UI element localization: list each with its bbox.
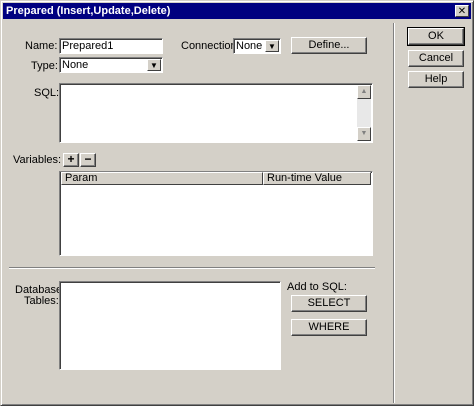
connection-value: None bbox=[236, 40, 263, 52]
minus-icon: − bbox=[84, 152, 92, 166]
help-button[interactable]: Help bbox=[408, 71, 464, 88]
database-tables-label-line2: Tables: bbox=[24, 295, 59, 307]
close-button[interactable]: ✕ bbox=[455, 5, 469, 17]
dialog-window: Prepared (Insert,Update,Delete) ✕ Name: … bbox=[0, 0, 474, 406]
plus-icon: + bbox=[67, 152, 75, 166]
title-bar: Prepared (Insert,Update,Delete) ✕ bbox=[3, 3, 471, 19]
database-tables-tree[interactable] bbox=[59, 281, 281, 370]
cancel-button[interactable]: Cancel bbox=[408, 50, 464, 67]
where-button[interactable]: WHERE bbox=[291, 319, 367, 336]
add-to-sql-label: Add to SQL: bbox=[287, 281, 347, 293]
sql-textarea[interactable]: ▲ ▼ bbox=[59, 83, 373, 143]
window-title: Prepared (Insert,Update,Delete) bbox=[6, 5, 171, 17]
ok-button[interactable]: OK bbox=[407, 27, 465, 46]
variables-table[interactable]: Param Run-time Value bbox=[59, 171, 373, 256]
chevron-down-icon[interactable]: ▼ bbox=[265, 40, 279, 52]
name-input[interactable]: Prepared1 bbox=[59, 38, 163, 54]
sql-scrollbar[interactable]: ▲ ▼ bbox=[357, 85, 371, 141]
type-label: Type: bbox=[31, 60, 58, 72]
variables-label: Variables: bbox=[13, 154, 62, 166]
scroll-up-icon[interactable]: ▲ bbox=[357, 85, 371, 99]
vertical-divider bbox=[393, 23, 395, 403]
column-header-runtime-value[interactable]: Run-time Value bbox=[263, 172, 371, 185]
connection-select[interactable]: None ▼ bbox=[233, 38, 281, 54]
type-value: None bbox=[62, 59, 89, 71]
define-button[interactable]: Define... bbox=[291, 37, 367, 54]
connection-label: Connection: bbox=[181, 40, 240, 52]
chevron-down-icon[interactable]: ▼ bbox=[147, 59, 161, 71]
close-icon: ✕ bbox=[457, 6, 467, 17]
remove-variable-button[interactable]: − bbox=[80, 153, 96, 167]
select-button[interactable]: SELECT bbox=[291, 295, 367, 312]
scroll-down-icon[interactable]: ▼ bbox=[357, 127, 371, 141]
sql-label: SQL: bbox=[34, 87, 60, 99]
add-variable-button[interactable]: + bbox=[63, 153, 79, 167]
type-select[interactable]: None ▼ bbox=[59, 57, 163, 73]
column-header-param[interactable]: Param bbox=[61, 172, 263, 185]
name-label: Name: bbox=[25, 40, 58, 52]
section-divider bbox=[9, 267, 375, 269]
